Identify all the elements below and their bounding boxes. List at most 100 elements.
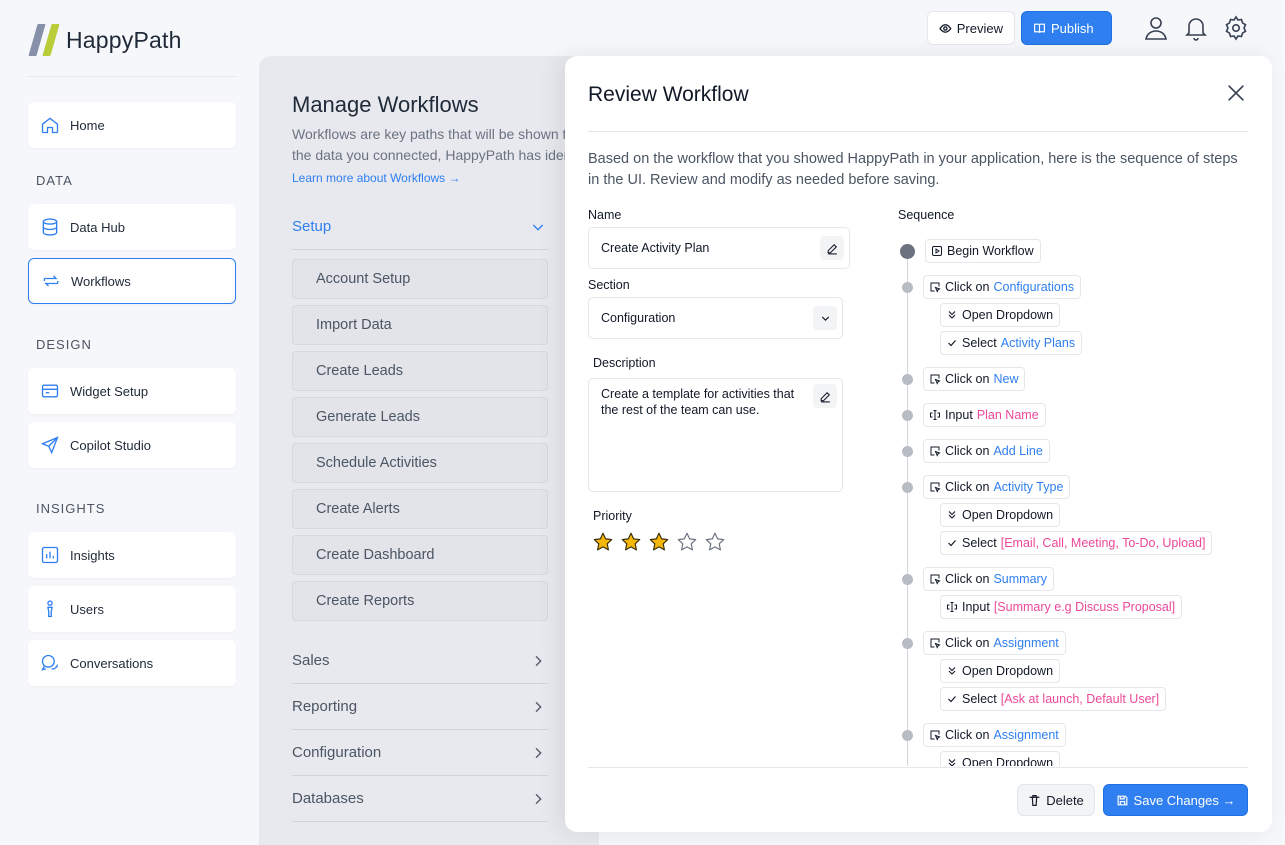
sidebar-item-conversations[interactable]: Conversations xyxy=(28,640,236,686)
chevrons-down-icon xyxy=(946,757,958,766)
preview-button[interactable]: Preview xyxy=(927,11,1015,45)
sidebar-item-insights[interactable]: Insights xyxy=(28,532,236,578)
star-empty-icon[interactable] xyxy=(704,531,726,553)
step-begin-workflow[interactable]: Begin Workflow xyxy=(925,239,1041,263)
workflow-icon xyxy=(41,271,61,291)
group-label: Setup xyxy=(292,218,332,235)
preview-label: Preview xyxy=(956,20,1003,36)
step-target: [Email, Call, Meeting, To-Do, Upload] xyxy=(1000,536,1206,550)
gear-icon[interactable] xyxy=(1224,15,1248,41)
setup-item-create-reports[interactable]: Create Reports xyxy=(292,581,548,621)
star-filled-icon[interactable] xyxy=(592,531,614,553)
group-configuration[interactable]: Configuration xyxy=(292,730,548,776)
step-click-assignment[interactable]: Click on Assignment xyxy=(923,631,1066,655)
sidebar-item-widget-setup[interactable]: Widget Setup xyxy=(28,368,236,414)
setup-item-account-setup[interactable]: Account Setup xyxy=(292,259,548,299)
setup-item-import-data[interactable]: Import Data xyxy=(292,305,548,345)
step-select-activity-plans[interactable]: Select Activity Plans xyxy=(940,331,1083,355)
group-reporting[interactable]: Reporting xyxy=(292,684,548,730)
edit-name-button[interactable] xyxy=(820,236,844,260)
priority-rating[interactable] xyxy=(592,531,732,553)
chevron-right-icon xyxy=(535,793,542,804)
sidebar-item-label: Copilot Studio xyxy=(70,437,151,453)
section-label: Section xyxy=(588,278,630,292)
step-action: Open Dropdown xyxy=(962,508,1054,522)
chevron-right-icon xyxy=(535,655,542,666)
chevron-right-icon xyxy=(535,701,542,712)
step-target: New xyxy=(993,372,1019,386)
delete-button[interactable]: Delete xyxy=(1017,784,1095,816)
step-click-add-line[interactable]: Click on Add Line xyxy=(923,439,1050,463)
setup-item-create-dashboard[interactable]: Create Dashboard xyxy=(292,535,548,575)
step-click-assignment-2[interactable]: Click on Assignment xyxy=(923,723,1066,747)
widget-icon xyxy=(40,381,60,401)
step-click-new[interactable]: Click on New xyxy=(923,367,1026,391)
sidebar-section-insights: INSIGHTS xyxy=(36,501,106,516)
footer-divider xyxy=(588,767,1248,768)
learn-more-link[interactable]: Learn more about Workflows → xyxy=(292,171,461,185)
group-setup[interactable]: Setup xyxy=(292,204,548,250)
sequence-dot xyxy=(902,482,913,493)
star-filled-icon[interactable] xyxy=(648,531,670,553)
chevron-right-icon xyxy=(535,747,542,758)
name-label: Name xyxy=(588,208,622,222)
priority-label: Priority xyxy=(593,509,632,523)
step-select-activity-options[interactable]: Select [Email, Call, Meeting, To-Do, Uplo… xyxy=(940,531,1213,555)
sidebar-item-users[interactable]: Users xyxy=(28,586,236,632)
group-sales[interactable]: Sales xyxy=(292,638,548,684)
description-value: Create a template for activities that th… xyxy=(601,387,795,417)
step-input-plan-name[interactable]: Input Plan Name xyxy=(923,403,1046,427)
step-select-assignment-options[interactable]: Select [Ask at launch, Default User] xyxy=(940,687,1167,711)
sidebar-item-workflows[interactable]: Workflows xyxy=(28,258,236,304)
sequence-dot xyxy=(902,374,913,385)
sequence-list: Begin Workflow Click on Configurations Op… xyxy=(898,206,1258,766)
pencil-icon xyxy=(827,243,837,254)
publish-button[interactable]: Publish xyxy=(1021,11,1112,45)
step-open-dropdown[interactable]: Open Dropdown xyxy=(940,503,1061,527)
star-empty-icon[interactable] xyxy=(676,531,698,553)
edit-description-button[interactable] xyxy=(813,384,837,408)
chat-icon xyxy=(40,653,60,673)
step-input-summary[interactable]: Input [Summary e.g Discuss Proposal] xyxy=(940,595,1183,619)
step-click-summary[interactable]: Click on Summary xyxy=(923,567,1054,591)
step-open-dropdown[interactable]: Open Dropdown xyxy=(940,751,1061,766)
sidebar-item-label: Workflows xyxy=(71,273,131,289)
name-field[interactable]: Create Activity Plan xyxy=(588,227,850,269)
sidebar-item-label: Users xyxy=(70,601,104,617)
section-select[interactable]: Configuration xyxy=(588,297,843,339)
star-filled-icon[interactable] xyxy=(620,531,642,553)
delete-label: Delete xyxy=(1046,792,1084,808)
book-icon xyxy=(1034,23,1045,33)
step-open-dropdown[interactable]: Open Dropdown xyxy=(940,659,1061,683)
step-click-activity-type[interactable]: Click on Activity Type xyxy=(923,475,1071,499)
sidebar-item-data-hub[interactable]: Data Hub xyxy=(28,204,236,250)
setup-item-create-leads[interactable]: Create Leads xyxy=(292,351,548,391)
description-field[interactable]: Create a template for activities that th… xyxy=(588,378,843,492)
name-value: Create Activity Plan xyxy=(601,241,710,255)
click-icon xyxy=(929,373,941,385)
profile-icon[interactable] xyxy=(1144,15,1168,41)
setup-item-schedule-activities[interactable]: Schedule Activities xyxy=(292,443,548,483)
step-action: Click on xyxy=(945,372,990,386)
bell-icon[interactable] xyxy=(1184,15,1208,41)
sidebar-divider xyxy=(28,76,236,77)
step-click-configurations[interactable]: Click on Configurations xyxy=(923,275,1082,299)
sidebar-item-home[interactable]: Home xyxy=(28,102,236,148)
section-dropdown-button[interactable] xyxy=(813,306,837,330)
close-icon[interactable] xyxy=(1225,82,1247,104)
panel-divider xyxy=(588,131,1248,132)
step-target: Assignment xyxy=(993,636,1059,650)
save-changes-button[interactable]: Save Changes → xyxy=(1103,784,1248,816)
setup-item-create-alerts[interactable]: Create Alerts xyxy=(292,489,548,529)
setup-item-generate-leads[interactable]: Generate Leads xyxy=(292,397,548,437)
step-action: Open Dropdown xyxy=(962,664,1054,678)
step-target: Add Line xyxy=(993,444,1043,458)
step-text: Begin Workflow xyxy=(947,244,1034,258)
click-icon xyxy=(929,573,941,585)
group-databases[interactable]: Databases xyxy=(292,776,548,822)
step-open-dropdown[interactable]: Open Dropdown xyxy=(940,303,1061,327)
eye-icon xyxy=(939,23,952,33)
group-label: Configuration xyxy=(292,744,382,761)
group-label: Databases xyxy=(292,790,364,807)
sidebar-item-copilot-studio[interactable]: Copilot Studio xyxy=(28,422,236,468)
